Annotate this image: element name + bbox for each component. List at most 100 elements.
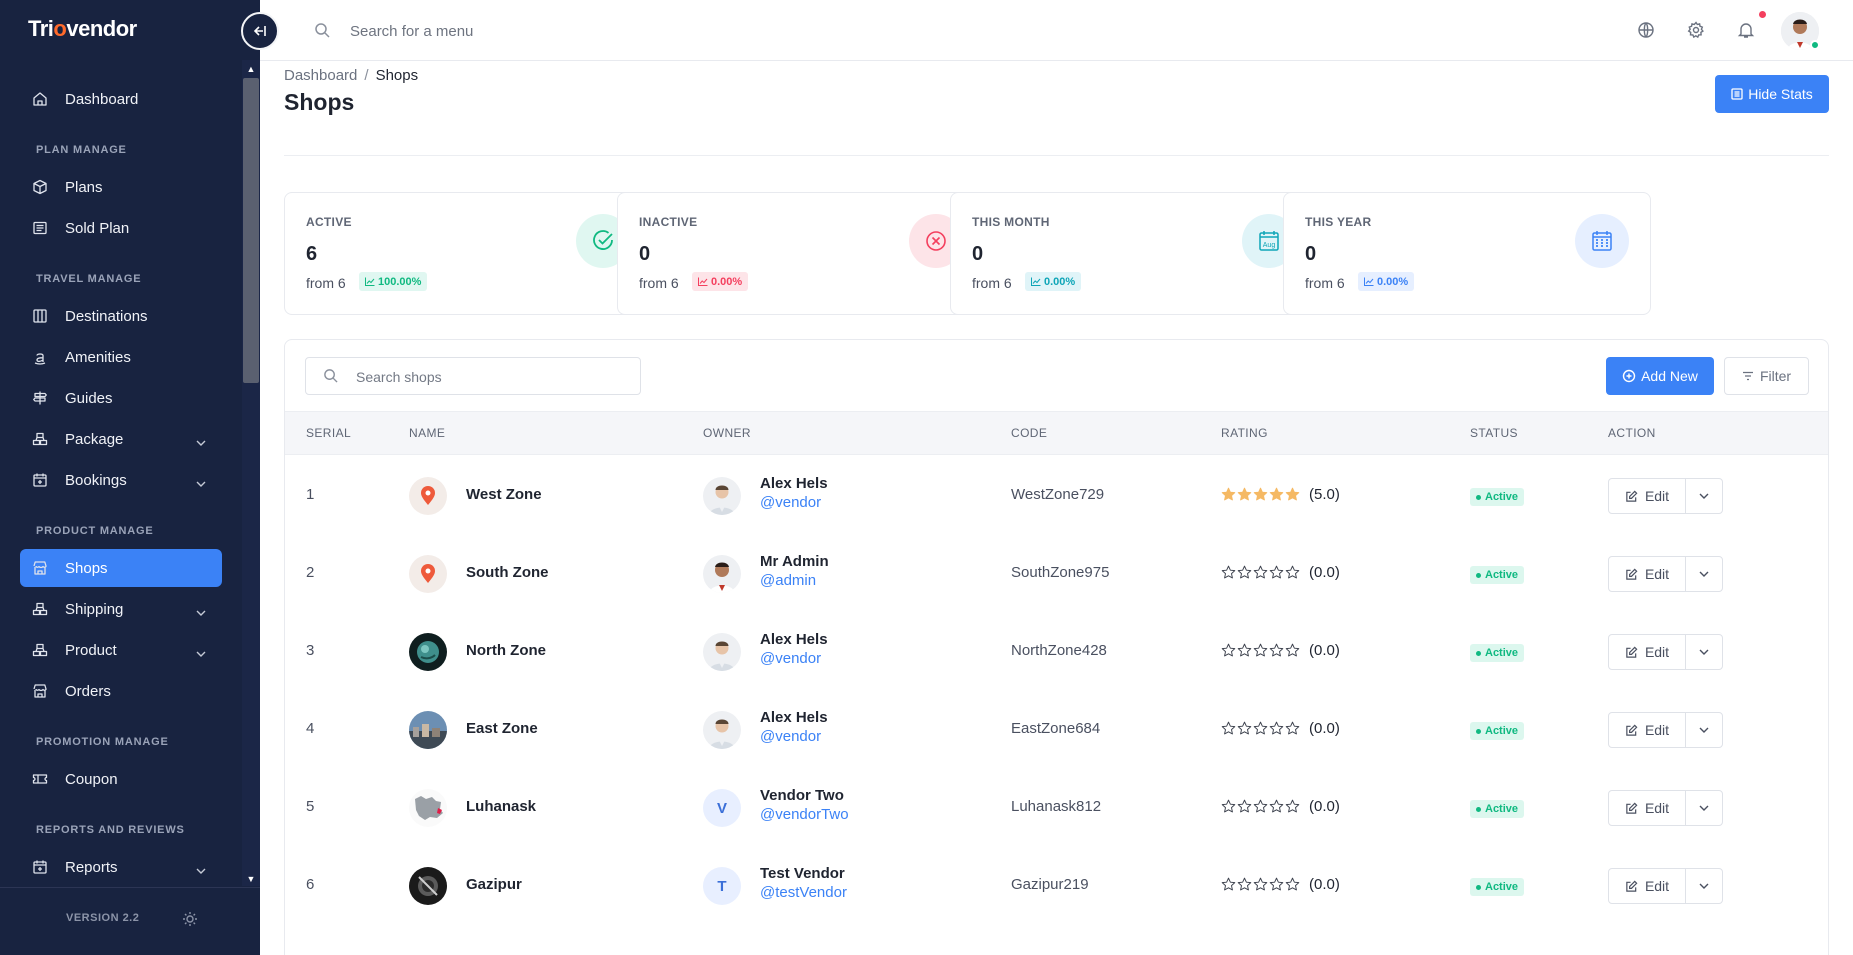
scroll-up-icon[interactable]: ▲ [243,62,259,76]
hide-stats-button[interactable]: Hide Stats [1715,75,1829,113]
sidebar-item-dashboard[interactable]: Dashboard [20,80,222,118]
owner-name: Alex Hels [760,709,828,726]
nav-section-heading: PROMOTION MANAGE [36,736,169,748]
edit-button[interactable]: Edit [1608,634,1686,670]
shop-name[interactable]: North Zone [466,642,546,659]
shop-search-box[interactable] [305,357,641,395]
sidebar-item-reports[interactable]: Reports [20,848,222,880]
sidebar-scrollbar-thumb[interactable] [243,78,259,383]
shop-name[interactable]: South Zone [466,564,549,581]
stat-label: THIS YEAR [1305,215,1372,229]
owner-handle-link[interactable]: @vendor [760,494,821,511]
owner-avatar: T [703,867,741,905]
status-badge: Active [1470,566,1525,584]
th-action: ACTION [1608,426,1656,440]
edit-button[interactable]: Edit [1608,478,1686,514]
star-empty-icon [1285,565,1300,579]
row-actions-dropdown[interactable] [1685,556,1723,592]
sidebar-item-label: Package [65,430,124,448]
row-actions-dropdown[interactable] [1685,634,1723,670]
chevron-down-icon [1699,649,1709,655]
row-actions-dropdown[interactable] [1685,790,1723,826]
edit-icon [1626,646,1638,658]
boxes-icon [32,431,48,447]
row-actions-dropdown[interactable] [1685,478,1723,514]
divider [284,155,1829,156]
shop-name[interactable]: East Zone [466,720,538,737]
table-row: 6 Gazipur T Test Vendor @testVendor Gazi… [285,846,1828,924]
stat-value: 0 [1305,243,1317,265]
menu-search-input[interactable] [350,17,750,45]
rating-value: (0.0) [1309,642,1340,659]
stat-from: from 6 [1305,275,1345,291]
filter-button[interactable]: Filter [1724,357,1809,395]
table-row: 3 North Zone Alex Hels @vendor NorthZone… [285,612,1828,690]
sidebar-item-amenities[interactable]: Amenities [20,338,222,376]
sidebar-item-destinations[interactable]: Destinations [20,297,222,335]
receipt-icon [32,220,48,236]
sidebar-item-shipping[interactable]: Shipping [20,590,222,628]
theme-toggle-icon[interactable] [182,911,198,931]
edit-button[interactable]: Edit [1608,790,1686,826]
sidebar-item-label: Plans [65,178,103,196]
star-filled-icon [1253,487,1268,501]
svg-text:Aug: Aug [1263,242,1276,249]
row-actions-dropdown[interactable] [1685,868,1723,904]
sidebar-item-label: Product [65,641,117,659]
table-row: 4 East Zone Alex Hels @vendor EastZone68… [285,690,1828,768]
th-owner: OWNER [703,426,751,440]
breadcrumb: Dashboard / Shops [284,67,419,84]
shop-name[interactable]: Luhanask [466,798,536,815]
edit-button[interactable]: Edit [1608,712,1686,748]
sidebar-item-plans[interactable]: Plans [20,168,222,206]
add-new-button[interactable]: Add New [1606,357,1714,395]
boxes-icon [32,601,48,617]
calendar-grid-icon [1575,214,1629,268]
owner-handle-link[interactable]: @admin [760,572,816,589]
stat-value: 0 [639,243,651,265]
notification-dot [1759,11,1766,18]
table-row: 2 South Zone Mr Admin @admin SouthZone97… [285,534,1828,612]
shop-name[interactable]: Gazipur [466,876,522,893]
status-badge: Active [1470,878,1525,896]
star-empty-icon [1253,643,1268,657]
sidebar-item-bookings[interactable]: Bookings [20,461,222,499]
owner-handle-link[interactable]: @vendor [760,650,821,667]
sidebar-item-orders[interactable]: Orders [20,672,222,710]
bell-icon[interactable] [1737,21,1755,43]
breadcrumb-dashboard[interactable]: Dashboard [284,67,357,84]
star-empty-icon [1269,877,1284,891]
row-actions-dropdown[interactable] [1685,712,1723,748]
sidebar-item-product[interactable]: Product [20,631,222,669]
th-serial: SERIAL [306,426,352,440]
globe-icon[interactable] [1637,21,1655,43]
sidebar-item-coupon[interactable]: Coupon [20,760,222,798]
chevron-down-icon [196,861,206,878]
chevron-down-icon [1699,883,1709,889]
scroll-down-icon[interactable]: ▼ [243,872,259,886]
sidebar-item-package[interactable]: Package [20,420,222,458]
edit-button[interactable]: Edit [1608,868,1686,904]
sidebar-item-label: Bookings [65,471,127,489]
owner-handle-link[interactable]: @vendorTwo [760,806,849,823]
rating-value: (5.0) [1309,486,1340,503]
owner-handle-link[interactable]: @vendor [760,728,821,745]
sidebar-item-sold-plan[interactable]: Sold Plan [20,209,222,247]
collapse-sidebar-button[interactable] [241,12,279,50]
sidebar-item-guides[interactable]: Guides [20,379,222,417]
shop-name[interactable]: West Zone [466,486,542,503]
sidebar: Triovendor Dashboard PLAN MANAGE Plans S… [0,0,260,955]
sidebar-item-shops[interactable]: Shops [20,549,222,587]
sidebar-item-label: Dashboard [65,90,139,108]
owner-handle-link[interactable]: @testVendor [760,884,847,901]
edit-button[interactable]: Edit [1608,556,1686,592]
status-badge: Active [1470,644,1525,662]
logo[interactable]: Triovendor [28,16,137,42]
rating-value: (0.0) [1309,876,1340,893]
gear-icon[interactable] [1687,21,1705,43]
shop-search-input[interactable] [356,366,626,388]
rating-value: (0.0) [1309,798,1340,815]
th-name: NAME [409,426,446,440]
list-icon [1731,88,1743,100]
shop-code: SouthZone975 [1011,564,1110,581]
